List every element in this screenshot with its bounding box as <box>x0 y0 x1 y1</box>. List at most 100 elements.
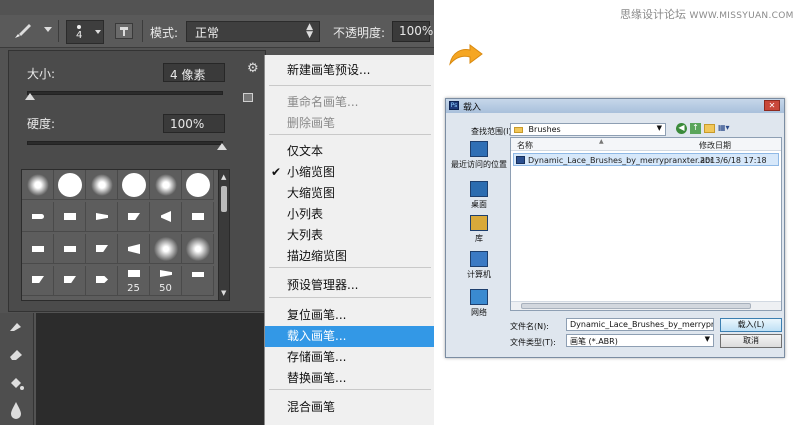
place-desktop[interactable]: 桌面 <box>449 181 509 210</box>
hardness-value: 100% <box>170 117 205 131</box>
brush-thumb[interactable] <box>86 202 118 232</box>
column-modified[interactable]: 修改日期 <box>699 140 731 151</box>
clone-stamp-tool-icon[interactable] <box>8 319 24 333</box>
size-input[interactable]: 4 像素 <box>163 63 225 82</box>
brush-tool-icon[interactable] <box>12 21 34 41</box>
opacity-input[interactable]: 100% <box>392 21 433 42</box>
filename-input[interactable]: Dynamic_Lace_Brushes_by_merrypranxter.ab… <box>566 318 714 331</box>
mode-select[interactable]: 正常 ▲ ▼ <box>186 21 320 42</box>
place-libraries[interactable]: 库 <box>449 215 509 244</box>
paint-bucket-tool-icon[interactable] <box>8 375 24 391</box>
brush-thumb[interactable] <box>118 234 150 264</box>
file-list: 名称 ▲ 修改日期 Dynamic_Lace_Brushes_by_merryp… <box>510 137 782 311</box>
menu-item-small-thumbnail[interactable]: ✔ 小缩览图 <box>265 162 434 183</box>
new-preset-icon[interactable] <box>243 93 253 102</box>
brush-thumbnail-grid: 25 50 <box>21 169 229 301</box>
file-modified: 2013/6/18 17:18 <box>700 156 767 165</box>
size-label: 大小: <box>27 67 56 81</box>
scrollbar-thumb[interactable] <box>521 303 751 309</box>
scroll-up-icon[interactable]: ▲ <box>221 173 226 181</box>
up-folder-icon[interactable]: ↑ <box>690 123 701 134</box>
brush-thumb[interactable] <box>182 234 214 264</box>
menu-item-preset-manager[interactable]: 预设管理器... <box>265 275 434 296</box>
brush-thumb[interactable]: 50 <box>150 266 182 296</box>
cancel-button[interactable]: 取消 <box>720 334 782 348</box>
brush-panel-toggle-icon[interactable] <box>115 23 133 39</box>
document-canvas <box>36 313 264 425</box>
brush-thumb[interactable] <box>22 202 54 232</box>
lookin-select[interactable]: Brushes ▼ <box>510 123 666 136</box>
separator <box>58 20 59 42</box>
filetype-select[interactable]: 画笔 (*.ABR) ▼ <box>566 334 714 347</box>
back-icon[interactable]: ◀ <box>676 123 687 134</box>
menu-item-small-list[interactable]: 小列表 <box>265 204 434 225</box>
brush-thumb[interactable] <box>150 170 182 200</box>
brush-thumb[interactable] <box>182 202 214 232</box>
place-recent-places[interactable]: 最近访问的位置 <box>449 141 509 170</box>
menu-item-stroke-thumbnail[interactable]: 描边缩览图 <box>265 246 434 267</box>
menu-item-assorted-brushes[interactable]: 混合画笔 <box>265 397 434 418</box>
size-value: 4 像素 <box>170 68 206 82</box>
view-menu-icon[interactable]: ▦▾ <box>718 123 736 134</box>
brush-thumb[interactable] <box>182 170 214 200</box>
brush-thumb[interactable] <box>54 266 86 296</box>
menu-item-label: 描边缩览图 <box>287 249 348 263</box>
scroll-down-icon[interactable]: ▼ <box>221 289 226 297</box>
menu-item-large-thumbnail[interactable]: 大缩览图 <box>265 183 434 204</box>
menu-item-new-brush-preset[interactable]: 新建画笔预设... <box>265 60 434 81</box>
place-network[interactable]: 网络 <box>449 289 509 318</box>
tool-preset-dropdown-icon[interactable] <box>44 27 52 32</box>
brush-thumb[interactable] <box>150 234 182 264</box>
gear-icon[interactable]: ⚙ <box>247 61 259 76</box>
close-button[interactable]: ✕ <box>764 100 780 111</box>
brush-thumb[interactable] <box>54 234 86 264</box>
brush-thumb[interactable] <box>86 266 118 296</box>
brush-thumb[interactable] <box>54 170 86 200</box>
menu-separator <box>269 85 431 86</box>
menu-item-text-only[interactable]: 仅文本 <box>265 141 434 162</box>
watermark-site-name: 思缘设计论坛 <box>620 8 686 21</box>
load-button[interactable]: 载入(L) <box>720 318 782 332</box>
brush-dot-icon <box>77 25 81 29</box>
brush-thumb[interactable] <box>118 170 150 200</box>
hardness-slider-knob[interactable] <box>217 143 227 150</box>
folder-icon <box>514 126 523 133</box>
hardness-slider[interactable] <box>27 141 223 145</box>
brush-thumb[interactable] <box>22 266 54 296</box>
eraser-tool-icon[interactable] <box>8 347 24 361</box>
new-folder-icon[interactable] <box>704 124 715 133</box>
brush-thumb[interactable] <box>150 202 182 232</box>
menu-item-save-brushes[interactable]: 存储画笔... <box>265 347 434 368</box>
menu-item-label: 载入画笔... <box>287 329 347 343</box>
brush-thumb[interactable] <box>86 170 118 200</box>
menu-separator <box>269 389 431 390</box>
menu-item-label: 新建画笔预设... <box>287 63 371 77</box>
file-row[interactable]: Dynamic_Lace_Brushes_by_merrypranxter.ab… <box>513 153 779 166</box>
scrollbar-thumb[interactable] <box>221 186 227 212</box>
blur-tool-icon[interactable] <box>9 401 23 419</box>
place-label: 网络 <box>471 308 487 317</box>
brush-thumb[interactable] <box>54 202 86 232</box>
brush-thumb[interactable] <box>22 234 54 264</box>
menu-item-replace-brushes[interactable]: 替换画笔... <box>265 368 434 389</box>
size-slider-knob[interactable] <box>25 93 35 100</box>
hardness-input[interactable]: 100% <box>163 114 225 133</box>
place-computer[interactable]: 计算机 <box>449 251 509 280</box>
column-name[interactable]: 名称 <box>517 140 533 151</box>
menu-item-reset-brushes[interactable]: 复位画笔... <box>265 305 434 326</box>
brush-grid-scrollbar[interactable]: ▲ ▼ <box>218 169 230 301</box>
brush-thumb[interactable] <box>118 202 150 232</box>
menu-item-large-list[interactable]: 大列表 <box>265 225 434 246</box>
watermark-url: WWW.MISSYUAN.COM <box>689 11 794 21</box>
brush-thumb[interactable]: 25 <box>118 266 150 296</box>
brush-thumb[interactable] <box>182 266 214 296</box>
menu-item-label: 存储画笔... <box>287 350 347 364</box>
brush-thumb[interactable] <box>86 234 118 264</box>
brush-size-picker[interactable]: 4 <box>66 20 104 44</box>
load-dialog: Ps 载入 ✕ 查找范围(I): Brushes ▼ ◀ ↑ ▦▾ 最近访问的位… <box>445 98 785 358</box>
menu-item-load-brushes[interactable]: 载入画笔... <box>265 326 434 347</box>
size-slider[interactable] <box>27 91 223 95</box>
brush-thumb[interactable] <box>22 170 54 200</box>
horizontal-scrollbar[interactable] <box>511 301 781 310</box>
options-bar: 4 模式: 正常 ▲ ▼ 不透明度: 100% <box>0 15 434 48</box>
